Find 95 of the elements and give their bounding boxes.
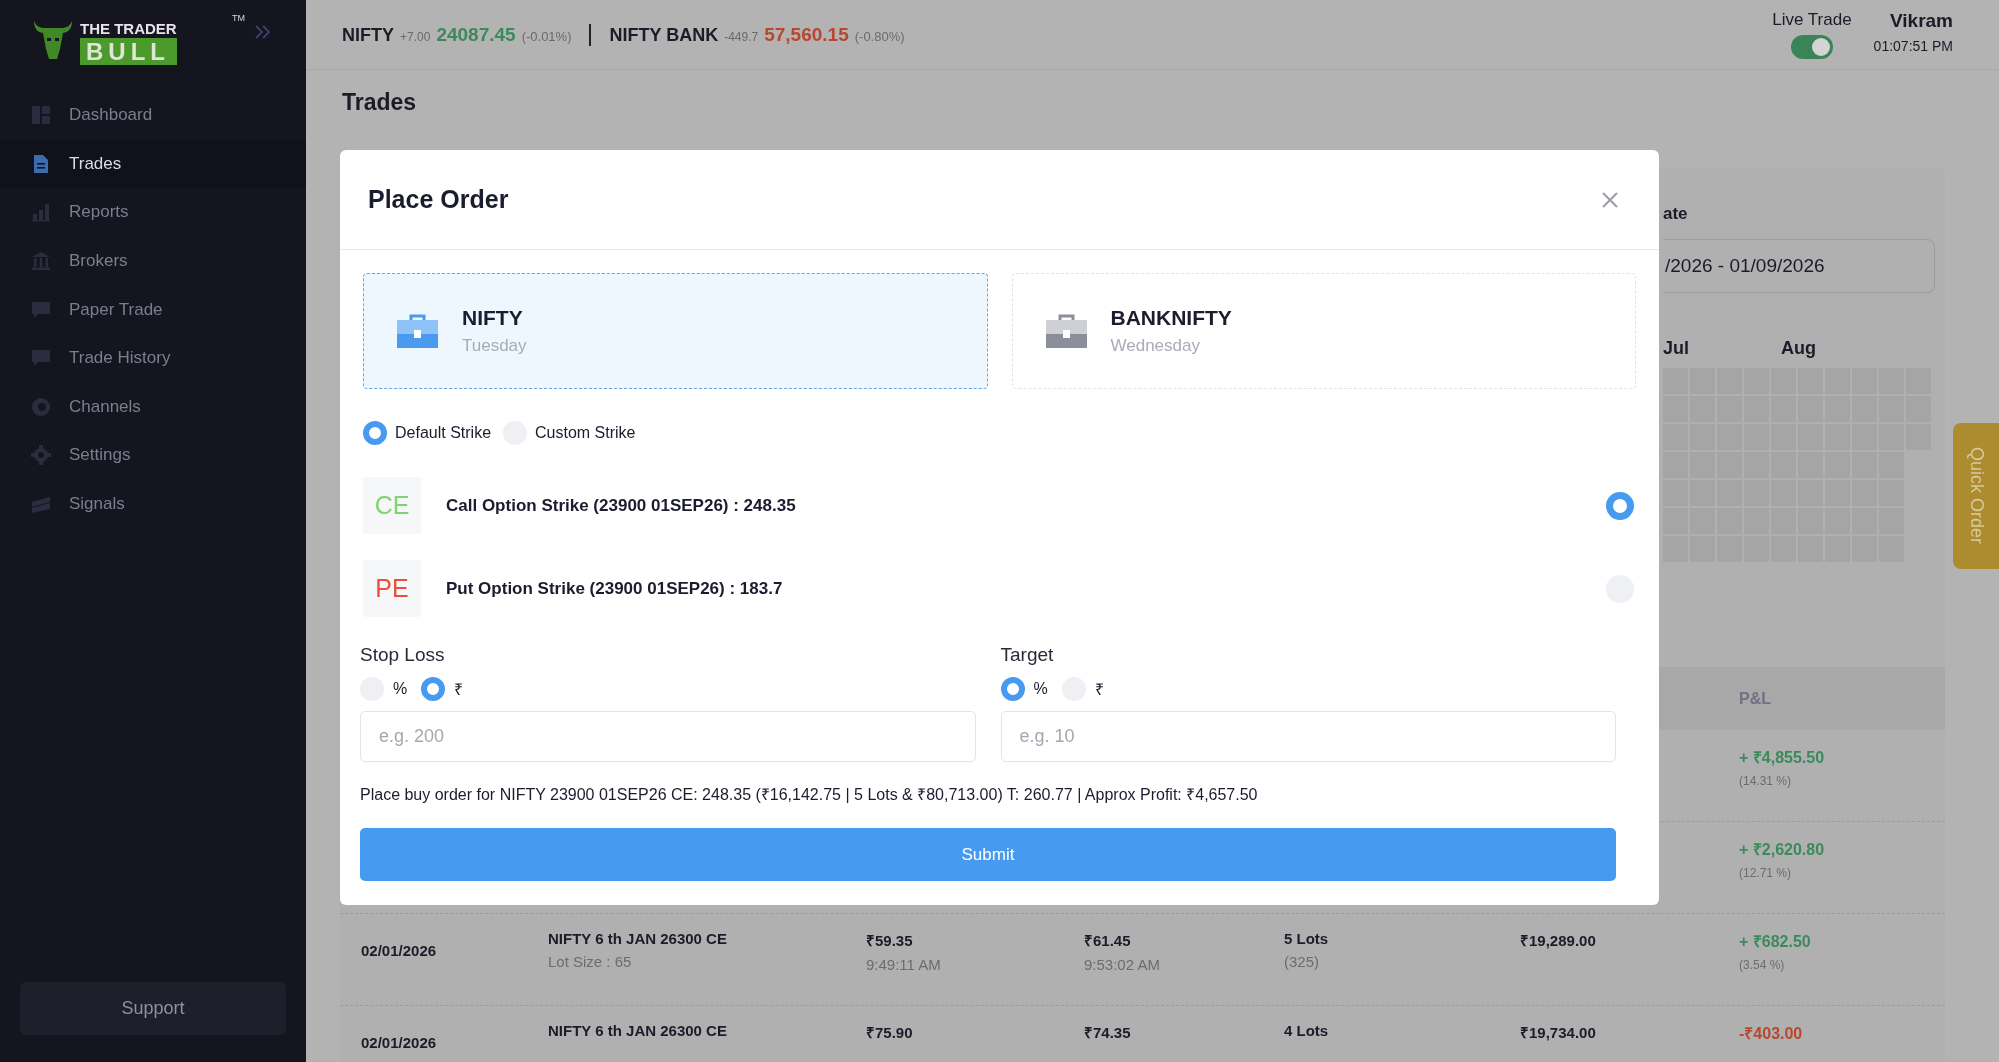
unit-label: % bbox=[1033, 680, 1048, 698]
radio-label: Custom Strike bbox=[535, 424, 636, 442]
sidebar-item[interactable]: Channels bbox=[0, 382, 306, 432]
sidebar-item[interactable]: Brokers bbox=[0, 236, 306, 286]
ring-icon bbox=[31, 396, 51, 417]
lots-text: 4 Lots bbox=[1284, 1022, 1330, 1039]
pnl-percent: (3.54 %) bbox=[1739, 958, 1786, 972]
lots-text: 5 Lots bbox=[1284, 930, 1330, 947]
chat-icon bbox=[31, 348, 51, 369]
unit-label: % bbox=[393, 680, 408, 698]
bar-chart-icon bbox=[31, 202, 51, 223]
field-label: Target bbox=[1000, 643, 1055, 667]
value-text: ₹19,734.00 bbox=[1520, 1023, 1597, 1042]
submit-button[interactable]: Submit bbox=[360, 828, 1616, 881]
time-text: 9:53:02 AM bbox=[1084, 956, 1161, 973]
input-field[interactable]: e.g. 10 bbox=[1000, 711, 1616, 762]
sidebar-item[interactable]: Paper Trade bbox=[0, 285, 306, 334]
month-label: Aug bbox=[1781, 338, 1816, 359]
pnl-amount: + ₹682.50 bbox=[1739, 932, 1812, 952]
instrument-name: NIFTY 6 th JAN 26300 CE bbox=[548, 930, 728, 947]
pnl-amount: -₹403.00 bbox=[1739, 1024, 1804, 1044]
strike-label: Put Option Strike (23900 01SEP26) : 183.7 bbox=[446, 578, 783, 599]
close-icon[interactable] bbox=[1601, 190, 1619, 209]
month-label: Jul bbox=[1663, 338, 1689, 359]
briefcase-icon bbox=[1045, 314, 1087, 348]
expiry-day: Wednesday bbox=[1110, 336, 1232, 356]
logo-badge: BULL bbox=[80, 38, 177, 65]
date-range-field[interactable]: /2026 - 01/09/2026 bbox=[1663, 239, 1935, 293]
radio-button[interactable] bbox=[1000, 677, 1025, 701]
toggle-label: Live Trade bbox=[1772, 10, 1852, 30]
index-name: BANKNIFTY bbox=[1110, 306, 1232, 330]
column-header: P&L bbox=[1739, 689, 1772, 708]
double-chevron-icon[interactable] bbox=[254, 24, 272, 40]
index-change: -449.7 bbox=[724, 29, 759, 44]
index-percent: (-0.80%) bbox=[854, 28, 905, 44]
layers-icon bbox=[31, 494, 51, 515]
document-icon bbox=[31, 153, 51, 174]
sidebar-item[interactable]: Reports bbox=[0, 188, 306, 237]
briefcase-icon bbox=[397, 314, 438, 348]
quantity-text: (325) bbox=[1284, 953, 1321, 970]
sidebar-item[interactable]: Signals bbox=[0, 479, 306, 529]
index-name: NIFTY BANK bbox=[609, 24, 719, 46]
price-text: ₹74.35 bbox=[1084, 1023, 1132, 1042]
pnl-amount: + ₹4,855.50 bbox=[1739, 748, 1826, 768]
index-card[interactable]: NIFTY Tuesday bbox=[363, 273, 988, 389]
lot-size-text: Lot Size : 65 bbox=[548, 953, 633, 970]
unit-label: ₹ bbox=[454, 680, 464, 700]
radio-button[interactable] bbox=[421, 677, 446, 701]
unit-label: ₹ bbox=[1094, 680, 1104, 700]
trademark-text: TM bbox=[232, 13, 245, 23]
sidebar-item[interactable]: Settings bbox=[0, 431, 306, 480]
user-name: Vikram bbox=[1889, 10, 1953, 32]
index-card[interactable]: BANKNIFTY Wednesday bbox=[1011, 273, 1636, 389]
sidebar-item[interactable]: Dashboard bbox=[0, 91, 306, 140]
date-text: 02/01/2026 bbox=[361, 1034, 438, 1051]
radio-button[interactable] bbox=[1606, 491, 1634, 520]
chat-icon bbox=[31, 299, 51, 320]
radio-button[interactable] bbox=[363, 421, 387, 445]
radio-label: Default Strike bbox=[395, 424, 492, 442]
index-name: NIFTY bbox=[342, 24, 394, 46]
order-summary: Place buy order for NIFTY 23900 01SEP26 CE: 248.35 (₹16,142.75 | 5 Lots & ₹80,713.00) T: 260.77 | Approx Profit: ₹4,657.50 bbox=[360, 785, 1259, 805]
page-title: Trades bbox=[341, 88, 418, 117]
index-value: 24087.45 bbox=[436, 23, 516, 46]
index-name: NIFTY bbox=[462, 306, 524, 330]
instrument-name: NIFTY 6 th JAN 26300 CE bbox=[548, 1022, 728, 1039]
option-tag: CE bbox=[363, 477, 421, 534]
value-text: ₹19,289.00 bbox=[1520, 931, 1597, 950]
input-field[interactable]: e.g. 200 bbox=[360, 711, 976, 762]
modal-title: Place Order bbox=[368, 185, 509, 214]
support-button[interactable]: Support bbox=[20, 982, 286, 1035]
time-text: 9:49:11 AM bbox=[866, 956, 942, 973]
sidebar-item[interactable]: Trades bbox=[0, 139, 306, 189]
pnl-percent: (12.71 %) bbox=[1739, 866, 1793, 880]
settings-icon bbox=[31, 445, 51, 466]
pnl-percent: (14.31 %) bbox=[1739, 774, 1793, 788]
option-tag: PE bbox=[363, 560, 421, 617]
grid-icon bbox=[31, 105, 51, 126]
date-text: 02/01/2026 bbox=[361, 942, 438, 959]
bank-icon bbox=[31, 251, 51, 272]
price-text: ₹59.35 bbox=[866, 931, 914, 950]
index-percent: (-0.01%) bbox=[521, 28, 572, 44]
logo-text: THE TRADER bbox=[80, 21, 177, 37]
price-text: ₹75.90 bbox=[866, 1023, 914, 1042]
bull-head-icon bbox=[32, 19, 74, 60]
index-value: 57,560.15 bbox=[764, 23, 849, 46]
pnl-amount: + ₹2,620.80 bbox=[1739, 840, 1826, 860]
price-text: ₹61.45 bbox=[1084, 931, 1132, 950]
sidebar-item[interactable]: Trade History bbox=[0, 333, 306, 383]
index-change: +7.00 bbox=[400, 29, 431, 44]
expiry-day: Tuesday bbox=[462, 336, 527, 356]
clock-time: 01:07:51 PM bbox=[1873, 38, 1953, 54]
field-label: Stop Loss bbox=[360, 643, 446, 667]
live-trade-toggle[interactable] bbox=[1790, 35, 1833, 59]
strike-label: Call Option Strike (23900 01SEP26) : 248.35 bbox=[446, 495, 796, 516]
date-label: ate bbox=[1663, 204, 1689, 224]
